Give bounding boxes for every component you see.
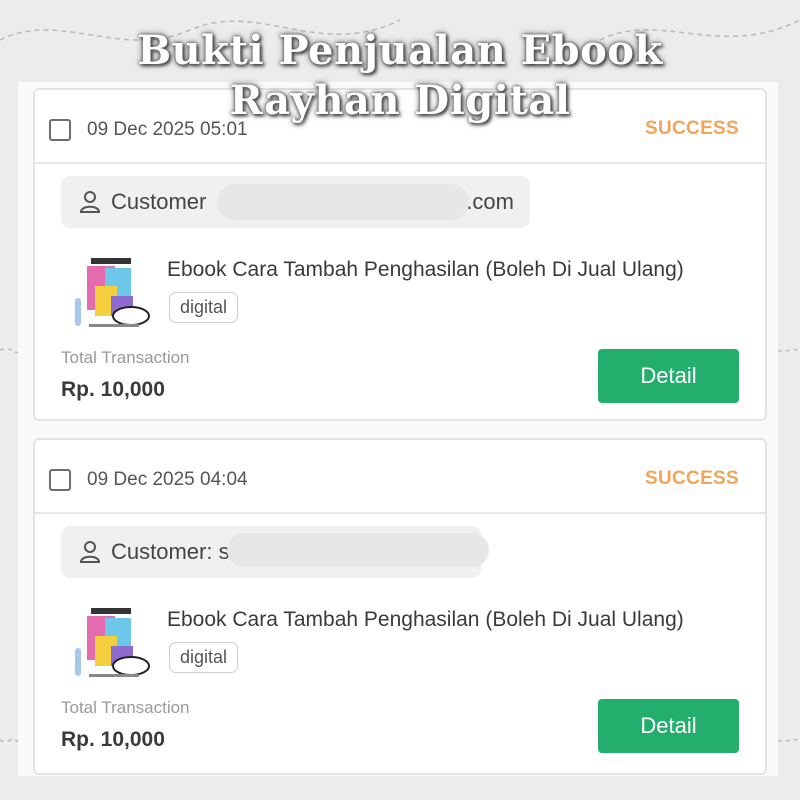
total-value: Rp. 10,000 [61,728,165,751]
customer-label: Customer [111,189,207,214]
user-icon [79,541,101,563]
page-headline: Bukti Penjualan Ebook Rayhan Digital [0,26,800,126]
customer-label: Customer: s [111,539,230,564]
product-title: Ebook Cara Tambah Penghasilan (Boleh Di … [167,608,684,631]
detail-button[interactable]: Detail [598,349,739,403]
detail-button[interactable]: Detail [598,699,739,753]
redacted-customer-name [227,533,489,567]
ebook-cover-image [75,604,150,678]
headline-line-1: Bukti Penjualan Ebook [137,27,663,74]
transaction-date: 09 Dec 2025 04:04 [87,469,248,490]
card-header: 09 Dec 2025 04:04 SUCCESS [35,440,765,514]
user-icon [79,191,101,213]
redacted-customer-name [217,184,469,220]
ebook-cover-image [75,254,150,328]
select-checkbox[interactable] [49,469,71,491]
product-title: Ebook Cara Tambah Penghasilan (Boleh Di … [167,258,684,281]
customer-email-suffix: .com [466,189,514,214]
customer-field: Customer: s [61,526,489,578]
total-label: Total Transaction [61,698,190,717]
product-tag: digital [169,292,239,323]
headline-line-2: Rayhan Digital [229,77,571,124]
total-value: Rp. 10,000 [61,378,165,401]
total-label: Total Transaction [61,348,190,367]
transaction-card: 09 Dec 2025 04:04 SUCCESS Customer: s Eb… [33,438,767,775]
product-tag: digital [169,642,239,673]
customer-field: Customer .com [61,176,530,228]
transaction-card: 09 Dec 2025 05:01 SUCCESS Customer .com … [33,88,767,421]
status-badge: SUCCESS [645,468,739,489]
